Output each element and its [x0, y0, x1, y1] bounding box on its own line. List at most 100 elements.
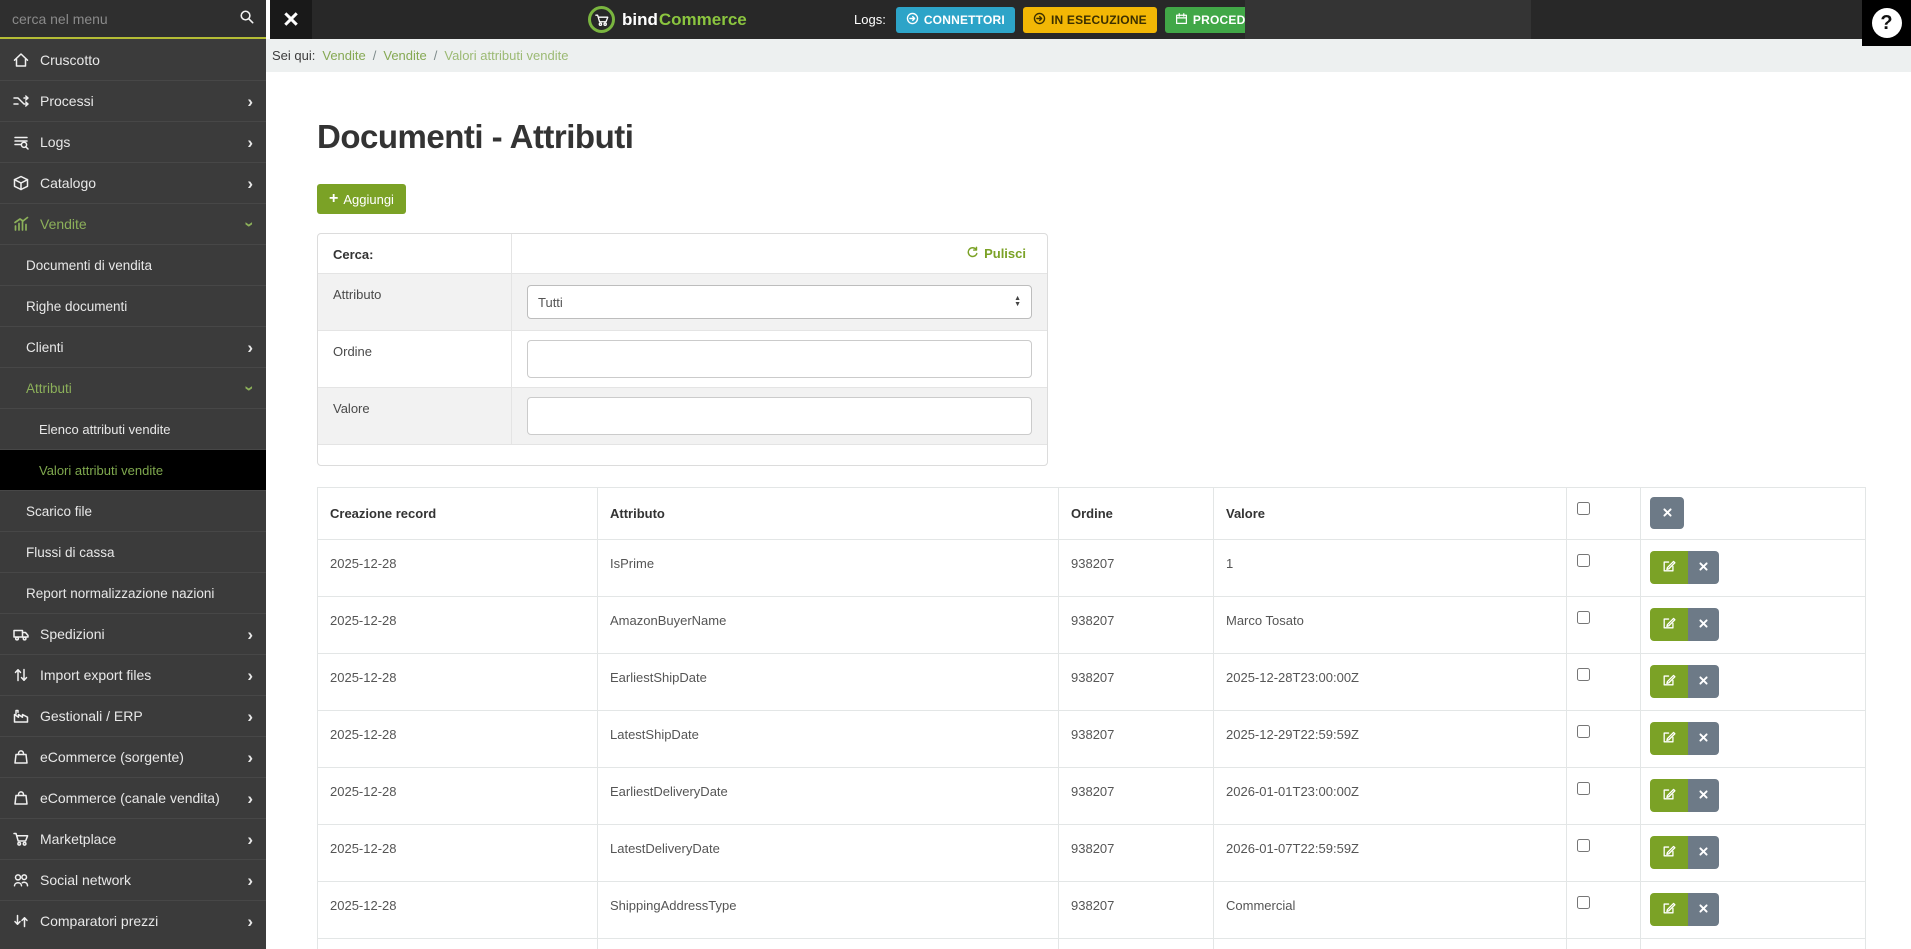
edit-button[interactable] — [1650, 722, 1688, 755]
sidebar-item-flussi-di-cassa[interactable]: Flussi di cassa — [0, 531, 266, 572]
edit-button[interactable] — [1650, 665, 1688, 698]
sidebar-item-label: Logs — [40, 134, 71, 150]
sidebar-item-social-network[interactable]: Social network › — [0, 859, 266, 900]
table-row: 2025-12-28 EarliestDeliveryDate 938207 2026… — [317, 767, 1866, 825]
sidebar-item-vendite[interactable]: Vendite › — [0, 203, 266, 244]
breadcrumb-link-vendite-1[interactable]: Vendite — [322, 48, 365, 63]
delete-button[interactable] — [1688, 779, 1719, 812]
brand-name-prefix: bind — [622, 9, 658, 29]
sidebar-item-import-export-files[interactable]: Import export files › — [0, 654, 266, 695]
sidebar-item-catalogo[interactable]: Catalogo › — [0, 162, 266, 203]
cell-attributo: ShippingAddressType — [597, 881, 1059, 939]
sidebar-item-comparatori-prezzi[interactable]: Comparatori prezzi › — [0, 900, 266, 941]
chevron-right-icon: › — [247, 911, 253, 931]
sidebar-item-label: Cruscotto — [40, 51, 100, 68]
sidebar-item-ecommerce-canale-vendita[interactable]: eCommerce (canale vendita) › — [0, 777, 266, 818]
sidebar-item-gestionali-erp[interactable]: Gestionali / ERP › — [0, 695, 266, 736]
sidebar: Cruscotto Processi › Logs › Catalogo › Vendite ›… — [0, 0, 266, 949]
row-checkbox[interactable] — [1577, 782, 1590, 795]
col-header-valore: Valore — [1213, 487, 1567, 540]
sidebar-item-cruscotto[interactable]: Cruscotto — [0, 39, 266, 80]
in-esecuzione-button[interactable]: IN ESECUZIONE — [1022, 6, 1157, 33]
cell-valore — [1213, 938, 1567, 949]
valore-input[interactable] — [527, 397, 1032, 435]
sidebar-item-scarico-file[interactable]: Scarico file — [0, 490, 266, 531]
sidebar-item-label: eCommerce (canale vendita) — [40, 790, 220, 806]
edit-button[interactable] — [1650, 779, 1688, 812]
col-header-ordine: Ordine — [1058, 487, 1214, 540]
chevron-right-icon: › — [247, 706, 253, 726]
sidebar-item-spedizioni[interactable]: Spedizioni › — [0, 613, 266, 654]
sidebar-item-elenco-attributi-vendite[interactable]: Elenco attributi vendite — [0, 408, 266, 449]
connettori-button[interactable]: CONNETTORI — [895, 6, 1015, 33]
sidebar-item-marketplace[interactable]: Marketplace › — [0, 818, 266, 859]
pencil-square-icon — [1662, 673, 1676, 690]
users-icon — [13, 872, 31, 888]
breadcrumb-prefix: Sei qui: — [272, 48, 316, 63]
sidebar-item-clienti[interactable]: Clienti › — [0, 326, 266, 367]
table-row: 2025-12-28 EarliestShipDate 938207 2025-12-… — [317, 653, 1866, 711]
row-checkbox[interactable] — [1577, 839, 1590, 852]
clear-filters-button[interactable]: Pulisci — [966, 246, 1032, 262]
cell-ordine: 938207 — [1058, 881, 1214, 939]
delete-selected-button[interactable] — [1650, 497, 1684, 529]
edit-button[interactable] — [1650, 893, 1688, 926]
ordine-input[interactable] — [527, 340, 1032, 378]
sidebar-item-logs[interactable]: Logs › — [0, 121, 266, 162]
sidebar-item-label: Clienti — [26, 339, 64, 355]
sidebar-item-documenti-di-vendita[interactable]: Documenti di vendita — [0, 244, 266, 285]
cell-attributo: EarliestDeliveryDate — [597, 767, 1059, 825]
main-content: Documenti - Attributi + Aggiungi Cerca: … — [266, 72, 1911, 949]
attributo-label: Attributo — [318, 274, 512, 330]
menu-search-input[interactable] — [12, 10, 233, 27]
delete-button[interactable] — [1688, 893, 1719, 926]
delete-button[interactable] — [1688, 722, 1719, 755]
cell-creazione: 2025-12-28 — [317, 653, 598, 711]
sidebar-item-label: Catalogo — [40, 175, 97, 191]
search-icon[interactable] — [239, 9, 254, 29]
pencil-square-icon — [1662, 730, 1676, 747]
edit-button[interactable] — [1650, 836, 1688, 869]
brand-logo[interactable]: bind Commerce — [588, 0, 747, 39]
bag-icon — [13, 790, 31, 806]
delete-button[interactable] — [1688, 836, 1719, 869]
row-checkbox[interactable] — [1577, 668, 1590, 681]
table-row: 2025-12-28 ShippingAddressType 938207 Comme… — [317, 881, 1866, 939]
sidebar-item-processi[interactable]: Processi › — [0, 80, 266, 121]
sidebar-item-ecommerce-sorgente[interactable]: eCommerce (sorgente) › — [0, 736, 266, 777]
table-row: 2025-12-28 LatestShipDate 938207 2025-12-29… — [317, 710, 1866, 768]
close-icon: × — [283, 4, 299, 34]
help-button[interactable]: ? — [1862, 0, 1911, 46]
delete-button[interactable] — [1688, 551, 1719, 584]
attributo-select[interactable]: Tutti ▲ ▼ — [527, 285, 1032, 319]
sidebar-item-valori-attributi-vendite[interactable]: Valori attributi vendite — [0, 449, 266, 490]
sidebar-item-label: Gestionali / ERP — [40, 708, 143, 724]
row-checkbox[interactable] — [1577, 554, 1590, 567]
select-all-checkbox[interactable] — [1577, 502, 1590, 515]
ordine-label: Ordine — [318, 331, 512, 387]
app-window: Cruscotto Processi › Logs › Catalogo › Vendite ›… — [0, 0, 1911, 949]
cell-creazione: 2025-12-28 — [317, 710, 598, 768]
row-checkbox[interactable] — [1577, 611, 1590, 624]
row-checkbox[interactable] — [1577, 896, 1590, 909]
table-header-row: Creazione record Attributo Ordine Valore — [317, 487, 1866, 540]
circle-arrow-icon — [1033, 12, 1046, 28]
breadcrumb-link-vendite-2[interactable]: Vendite — [383, 48, 426, 63]
sidebar-item-report-normalizzazione-nazioni[interactable]: Report normalizzazione nazioni — [0, 572, 266, 613]
sidebar-item-attributi[interactable]: Attributi › — [0, 367, 266, 408]
table-row-partial — [317, 938, 1866, 949]
row-checkbox[interactable] — [1577, 725, 1590, 738]
collapse-menu-button[interactable]: × — [270, 0, 312, 39]
breadcrumb-current: Valori attributi vendite — [444, 48, 569, 63]
page-title: Documenti - Attributi — [317, 118, 634, 155]
delete-button[interactable] — [1688, 665, 1719, 698]
add-button[interactable]: + Aggiungi — [317, 184, 406, 214]
edit-button[interactable] — [1650, 551, 1688, 584]
truck-icon — [13, 626, 31, 642]
attribute-values-table: Creazione record Attributo Ordine Valore… — [317, 487, 1866, 949]
filter-search-label: Cerca: — [318, 234, 512, 273]
sidebar-item-righe-documenti[interactable]: Righe documenti — [0, 285, 266, 326]
cell-ordine: 938207 — [1058, 824, 1214, 882]
delete-button[interactable] — [1688, 608, 1719, 641]
edit-button[interactable] — [1650, 608, 1688, 641]
